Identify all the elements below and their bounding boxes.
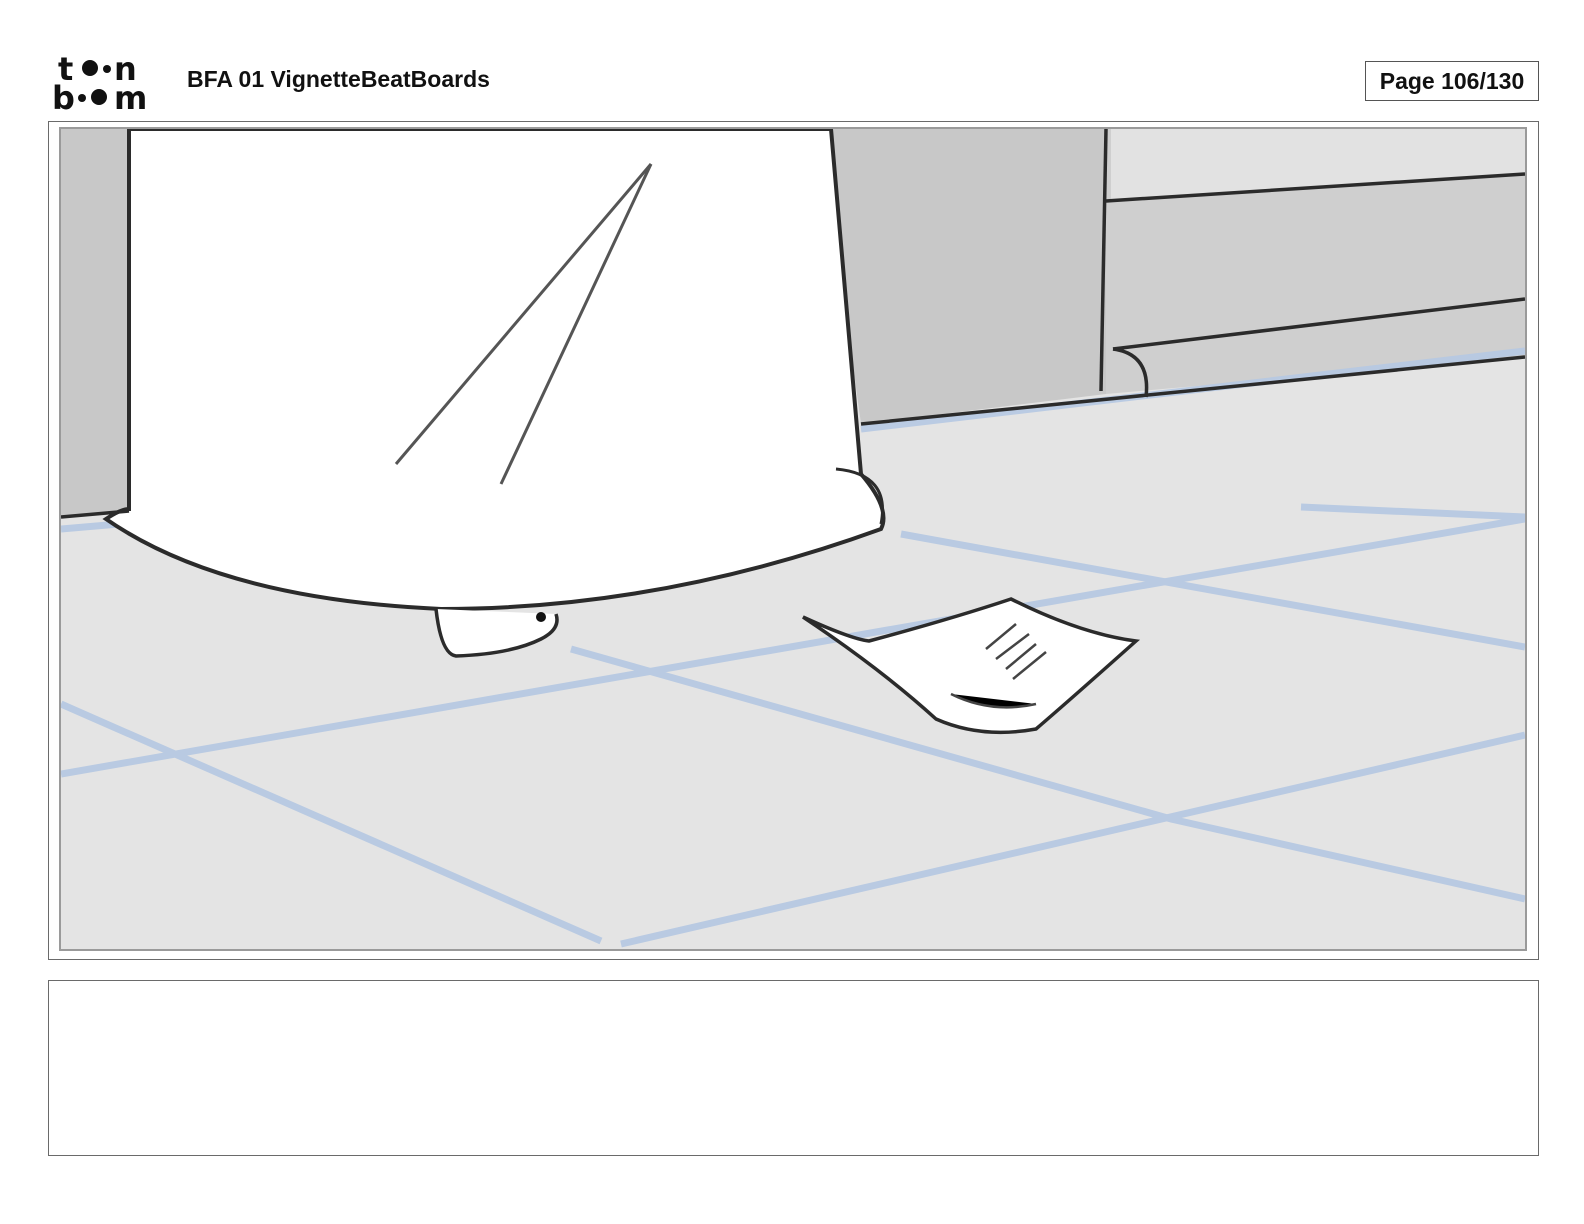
svg-text:b: b: [52, 79, 75, 112]
sketch-illustration: [61, 129, 1525, 949]
panel-notes-box[interactable]: [48, 980, 1539, 1156]
dress-sketch: [102, 129, 886, 612]
svg-text:m: m: [114, 79, 147, 112]
storyboard-panel-frame: [48, 121, 1539, 960]
document-title: BFA 01 VignetteBeatBoards: [187, 66, 490, 92]
toonboom-logo: t n b m: [52, 50, 164, 117]
page-number-badge: Page 106/130: [1365, 61, 1539, 101]
page-number-label: Page 106/130: [1379, 67, 1525, 94]
wall-center: [821, 129, 1106, 424]
storyboard-panel-image: [59, 127, 1527, 951]
wall-left: [61, 129, 131, 517]
